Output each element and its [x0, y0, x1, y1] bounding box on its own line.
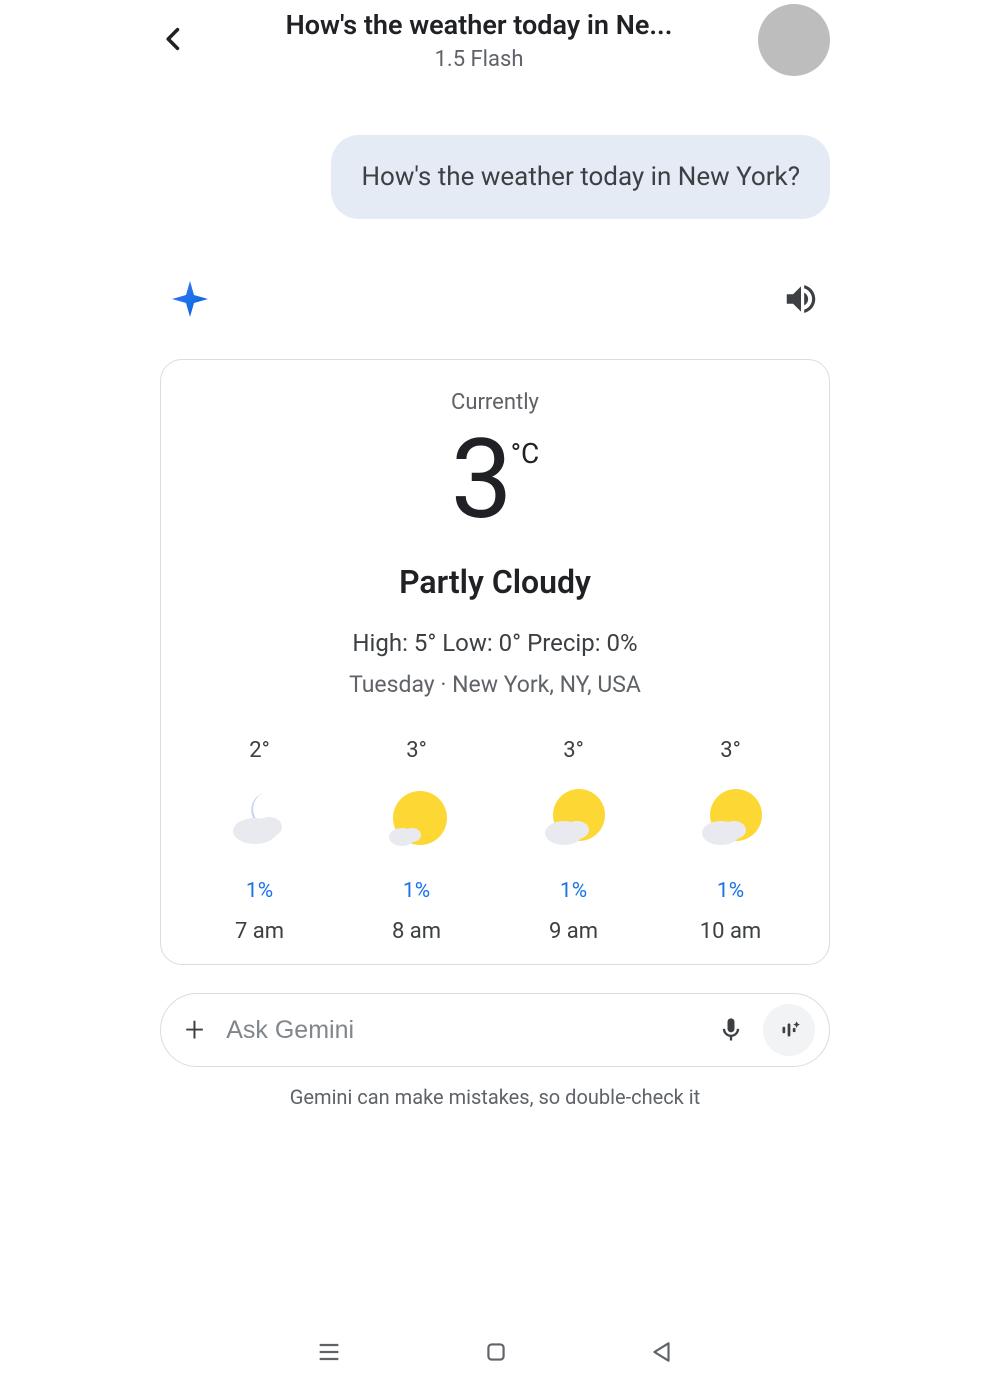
- hour-precip: 1%: [403, 879, 430, 903]
- hour-forecast-2: 3° 1% 9 am: [514, 738, 634, 944]
- speaker-icon[interactable]: [782, 280, 820, 318]
- gemini-live-button[interactable]: [763, 1004, 815, 1056]
- hour-time: 9 am: [549, 919, 598, 944]
- android-nav-bar: [0, 1338, 990, 1370]
- hour-temp: 3°: [563, 738, 584, 763]
- avatar[interactable]: [758, 4, 830, 76]
- microphone-icon[interactable]: [717, 1016, 745, 1044]
- hour-temp: 3°: [406, 738, 427, 763]
- hour-precip: 1%: [560, 879, 587, 903]
- plus-icon[interactable]: +: [185, 1010, 204, 1050]
- hour-forecast-3: 3° 1% 10 am: [671, 738, 791, 944]
- header: How's the weather today in Ne... 1.5 Fla…: [160, 0, 830, 80]
- disclaimer-text: Gemini can make mistakes, so double-chec…: [160, 1085, 830, 1109]
- hour-time: 10 am: [700, 919, 761, 944]
- hour-forecast-1: 3° 1% 8 am: [357, 738, 477, 944]
- temp-value: 3: [451, 425, 509, 535]
- hour-precip: 1%: [246, 879, 273, 903]
- user-message-bubble: How's the weather today in New York?: [331, 135, 830, 219]
- conversation-title: How's the weather today in Ne...: [286, 9, 673, 41]
- ask-gemini-input[interactable]: [226, 1016, 717, 1045]
- current-temp: 3 °C: [451, 425, 540, 535]
- high-low-precip: High: 5° Low: 0° Precip: 0%: [352, 629, 637, 657]
- header-title-block: How's the weather today in Ne... 1.5 Fla…: [200, 9, 758, 72]
- hour-precip: 1%: [717, 879, 744, 903]
- hour-forecast-0: 2° 1% 7 am: [200, 738, 320, 944]
- model-name[interactable]: 1.5 Flash: [435, 47, 524, 72]
- hour-time: 8 am: [392, 919, 441, 944]
- back-button[interactable]: [160, 20, 200, 60]
- currently-label: Currently: [451, 390, 539, 415]
- nav-home-icon[interactable]: [483, 1339, 509, 1369]
- temp-unit: °C: [511, 437, 540, 470]
- day-location: Tuesday · New York, NY, USA: [349, 671, 641, 698]
- input-bar: +: [160, 993, 830, 1067]
- gemini-sparkle-icon: [170, 279, 210, 319]
- night-partly-cloudy-icon: [225, 783, 295, 853]
- nav-back-icon[interactable]: [649, 1339, 675, 1369]
- hourly-forecast: 2° 1% 7 am 3°: [181, 738, 809, 944]
- partly-cloudy-icon: [539, 783, 609, 853]
- partly-cloudy-icon: [696, 783, 766, 853]
- sunny-small-cloud-icon: [382, 783, 452, 853]
- hour-temp: 3°: [720, 738, 741, 763]
- weather-card[interactable]: Currently 3 °C Partly Cloudy High: 5° Lo…: [160, 359, 830, 965]
- condition-label: Partly Cloudy: [399, 563, 591, 601]
- ai-response-row: [160, 279, 830, 319]
- nav-recents-icon[interactable]: [315, 1338, 343, 1370]
- hour-time: 7 am: [235, 919, 284, 944]
- hour-temp: 2°: [249, 738, 270, 763]
